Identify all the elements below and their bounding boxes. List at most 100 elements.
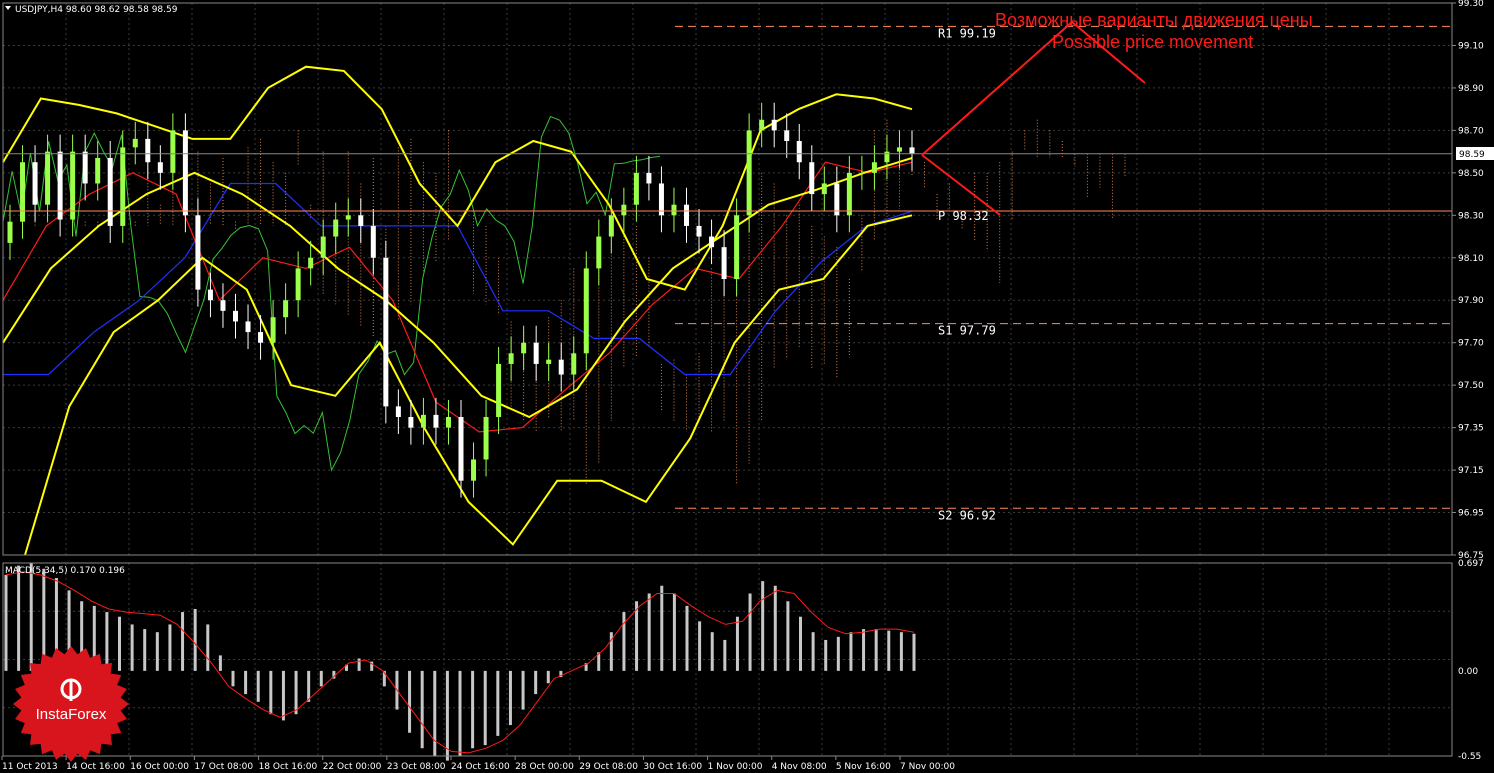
candle-bear	[370, 225, 376, 258]
current-price-label: 98.59	[1459, 150, 1485, 160]
candle-bear	[784, 130, 790, 141]
level-label: R1 99.19	[938, 26, 996, 40]
candle-bear	[383, 257, 389, 407]
logo-badge	[13, 646, 129, 762]
candle-bull	[571, 353, 577, 375]
time-tick-label: 14 Oct 16:00	[66, 762, 125, 772]
annotation-en: Possible price movement	[1052, 32, 1253, 52]
candle-bear	[358, 215, 364, 226]
price-tick-label: 97.50	[1458, 381, 1484, 391]
candle-bull	[734, 215, 740, 279]
candle-bull	[871, 162, 877, 173]
candle-bear	[408, 417, 414, 428]
annotation-ru: Возможные варианты движения цены	[995, 10, 1313, 30]
level-label: S1 97.79	[938, 324, 996, 338]
candle-bull	[120, 147, 126, 226]
time-tick-label: 7 Nov 00:00	[900, 762, 955, 772]
candle-bear	[207, 289, 213, 301]
candle-bull	[283, 300, 289, 318]
candle-bear	[433, 414, 439, 428]
level-label: P 98.32	[938, 209, 989, 223]
time-tick-label: 30 Oct 16:00	[643, 762, 702, 772]
price-tick-label: 98.70	[1458, 126, 1484, 136]
candle-bull	[420, 414, 426, 428]
logo-label: InstaForex	[35, 706, 107, 723]
price-tick-label: 98.30	[1458, 211, 1484, 221]
candle-bear	[233, 310, 238, 322]
price-tick-label: 97.70	[1458, 339, 1484, 349]
time-tick-label: 1 Nov 00:00	[708, 762, 763, 772]
candle-bear	[145, 138, 151, 163]
candle-bear	[157, 162, 163, 173]
time-tick-label: 16 Oct 00:00	[130, 762, 189, 772]
candle-bull	[508, 353, 514, 364]
candle-bull	[671, 204, 677, 216]
candle-bull	[308, 257, 314, 269]
candle-bear	[658, 183, 664, 216]
price-chart[interactable]: R1 99.19 P 98.32 S1 97.79 S2 96.92 99.30 99.…	[0, 0, 1494, 773]
candle-bear	[696, 225, 702, 237]
candle-bear	[107, 157, 113, 226]
candle-bear	[82, 151, 88, 184]
time-tick-label: 4 Nov 08:00	[772, 762, 827, 772]
candle-bear	[458, 417, 464, 481]
candle-bull	[884, 151, 890, 163]
chart-background	[0, 0, 1494, 773]
time-tick-label: 24 Oct 16:00	[451, 762, 510, 772]
candle-bear	[684, 204, 689, 226]
candle-bull	[170, 130, 176, 173]
price-tick-label: 98.50	[1458, 169, 1484, 179]
candle-bull	[521, 342, 527, 354]
candle-bull	[859, 172, 865, 174]
candle-bear	[721, 247, 727, 279]
time-tick-label: 5 Nov 16:00	[836, 762, 891, 772]
candle-bull	[759, 119, 765, 131]
candle-bear	[809, 162, 815, 195]
price-tick-label: 99.10	[1458, 41, 1484, 51]
macd-tick-label: -0.55	[1458, 752, 1481, 762]
candle-bear	[182, 130, 188, 216]
candle-bear	[258, 332, 264, 343]
candle-bull	[320, 236, 326, 258]
candle-bear	[558, 359, 564, 375]
candle-bull	[95, 157, 101, 184]
time-tick-label: 29 Oct 08:00	[579, 762, 638, 772]
symbol-info: USDJPY,H4 98.60 98.62 98.58 98.59	[15, 5, 178, 15]
candle-bull	[746, 130, 752, 216]
candle-bear	[909, 147, 915, 154]
price-tick-label: 96.95	[1458, 509, 1484, 519]
macd-info: MACD(5,34,5) 0.170 0.196	[5, 566, 125, 576]
candle-bull	[583, 268, 589, 354]
price-tick-label: 99.30	[1458, 0, 1484, 9]
candle-bear	[796, 141, 802, 163]
candle-bull	[846, 172, 852, 216]
candle-bear	[32, 162, 38, 205]
candle-bear	[220, 300, 226, 311]
price-tick-label: 97.90	[1458, 296, 1484, 306]
time-tick-label: 28 Oct 00:00	[515, 762, 574, 772]
candle-bull	[633, 172, 639, 205]
candle-bull	[621, 204, 627, 216]
time-tick-label: 17 Oct 08:00	[194, 762, 253, 772]
candle-bull	[596, 236, 602, 269]
candle-bull	[295, 268, 301, 301]
candle-bull	[471, 459, 477, 481]
candle-bear	[834, 183, 840, 216]
candle-bull	[7, 221, 13, 243]
price-tick-label: 97.15	[1458, 466, 1484, 476]
time-tick-label: 22 Oct 00:00	[323, 762, 382, 772]
candle-bear	[646, 172, 652, 184]
candle-bear	[395, 406, 401, 417]
candle-bull	[20, 162, 26, 222]
candle-bull	[496, 363, 502, 417]
candle-bull	[546, 359, 552, 364]
price-tick-label: 98.10	[1458, 254, 1484, 264]
candle-bull	[608, 215, 614, 237]
candle-bull	[445, 417, 451, 428]
instaforex-logo[interactable]	[12, 645, 130, 763]
candle-bear	[195, 215, 201, 290]
candle-bull	[270, 317, 276, 343]
candle-bull	[345, 215, 351, 220]
macd-tick-label: 0.00	[1458, 667, 1478, 677]
time-tick-label: 11 Oct 2013	[2, 762, 58, 772]
